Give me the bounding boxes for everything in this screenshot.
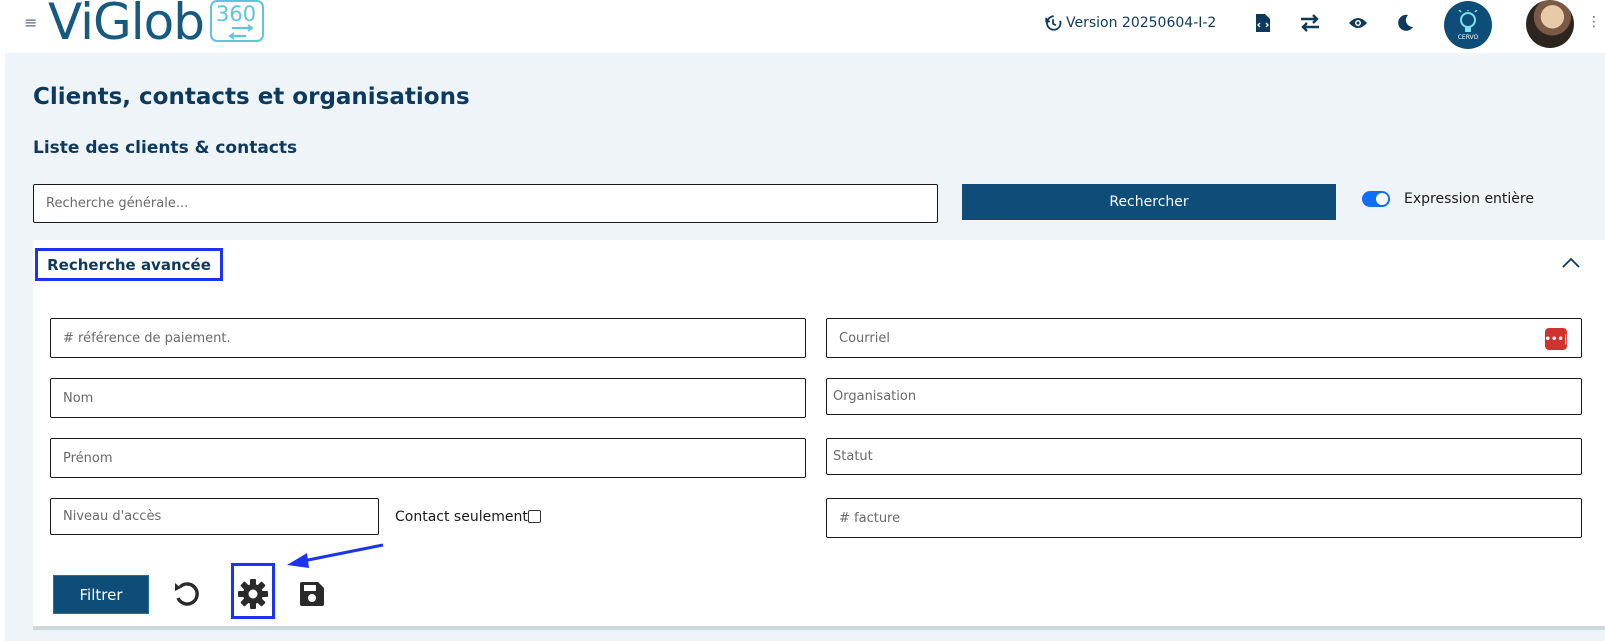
- logo-badge: 360: [209, 0, 264, 42]
- logo-arrows-icon: [228, 24, 254, 40]
- save-icon[interactable]: [295, 577, 329, 611]
- reset-icon[interactable]: [170, 577, 204, 611]
- general-search-input[interactable]: [33, 184, 938, 223]
- logo-text: ViGlob: [48, 0, 205, 51]
- eye-icon[interactable]: [1346, 11, 1370, 35]
- moon-icon[interactable]: [1393, 11, 1417, 35]
- contact-only-label: Contact seulement: [395, 509, 528, 525]
- history-icon: [1045, 15, 1062, 31]
- lightbulb-icon: [1458, 9, 1478, 32]
- cervo-label: CERVO: [1457, 33, 1479, 41]
- section-title: Liste des clients & contacts: [33, 138, 298, 158]
- whole-expression-toggle[interactable]: [1362, 191, 1390, 207]
- top-bar: ≡ ViGlob 360 Version 20250604-I-2 CERVO …: [0, 0, 1605, 53]
- swap-icon[interactable]: [1298, 11, 1322, 35]
- annotation-arrow-icon: [287, 543, 384, 568]
- avatar[interactable]: [1526, 0, 1574, 48]
- invoice-number-input[interactable]: [826, 498, 1582, 538]
- cervo-logo[interactable]: CERVO: [1444, 1, 1492, 49]
- version-label: Version 20250604-I-2: [1066, 15, 1217, 31]
- email-input[interactable]: [826, 318, 1582, 358]
- filter-button[interactable]: Filtrer: [53, 575, 149, 614]
- advanced-search-title[interactable]: Recherche avancée: [35, 248, 223, 281]
- more-vertical-icon[interactable]: ⋮: [1587, 14, 1601, 30]
- page-title: Clients, contacts et organisations: [33, 84, 470, 110]
- menu-icon[interactable]: ≡: [24, 13, 37, 32]
- nom-input[interactable]: [50, 378, 806, 418]
- chevron-up-icon[interactable]: [1561, 257, 1581, 269]
- logo-badge-text: 360: [215, 2, 257, 26]
- file-code-icon[interactable]: [1251, 11, 1275, 35]
- statut-select[interactable]: [826, 438, 1582, 475]
- prenom-input[interactable]: [50, 438, 806, 478]
- organisation-select[interactable]: [826, 378, 1582, 415]
- password-manager-icon[interactable]: •••|: [1545, 328, 1567, 350]
- search-button[interactable]: Rechercher: [962, 184, 1336, 220]
- contact-only-checkbox[interactable]: [528, 510, 541, 523]
- advanced-search-title-text: Recherche avancée: [47, 255, 211, 274]
- whole-expression-label: Expression entière: [1404, 191, 1534, 207]
- app-logo[interactable]: ViGlob 360: [48, 0, 264, 52]
- access-level-select[interactable]: [50, 498, 379, 535]
- gear-icon[interactable]: [236, 577, 270, 611]
- payment-reference-input[interactable]: [50, 318, 806, 358]
- version-info[interactable]: Version 20250604-I-2: [1044, 14, 1216, 32]
